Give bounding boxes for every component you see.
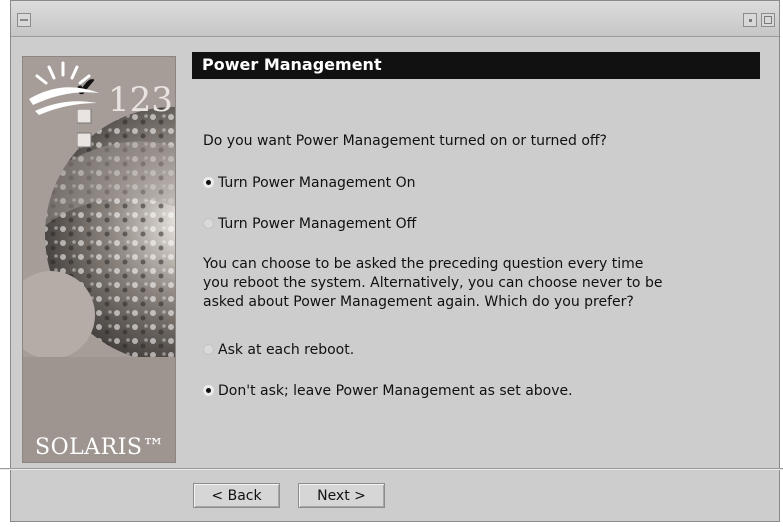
explanation-text: You can choose to be asked the preceding…: [203, 255, 743, 312]
footer-divider: [0, 468, 783, 470]
sidebar-banner: ✔ 123 SOLARIS™: [22, 56, 176, 463]
title-bar[interactable]: [11, 1, 779, 37]
next-button[interactable]: Next >: [298, 483, 385, 508]
radio-label[interactable]: Turn Power Management On: [218, 175, 415, 191]
header-bar: Power Management: [192, 52, 760, 79]
radio-unselected-icon[interactable]: [203, 344, 214, 355]
sun-logo: [29, 61, 99, 115]
question-text: Do you want Power Management turned on o…: [203, 133, 607, 149]
brand-logo: SOLARIS™: [35, 435, 165, 460]
radio-selected-icon[interactable]: [203, 385, 214, 396]
radio-label[interactable]: Don't ask; leave Power Management as set…: [218, 383, 573, 399]
back-button[interactable]: < Back: [193, 483, 280, 508]
radio-label[interactable]: Ask at each reboot.: [218, 342, 354, 358]
explanation-line: asked about Power Management again. Whic…: [203, 294, 634, 310]
maximize-button[interactable]: [761, 13, 775, 27]
explanation-line: you reboot the system. Alternatively, yo…: [203, 275, 663, 291]
radio-unselected-icon[interactable]: [203, 218, 214, 229]
page-title: Power Management: [202, 55, 382, 74]
step-checklist: [77, 109, 92, 148]
steps-number: 123: [108, 80, 173, 120]
radio-selected-icon[interactable]: [203, 177, 214, 188]
minimize-button[interactable]: [743, 13, 757, 27]
radio-label[interactable]: Turn Power Management Off: [218, 216, 416, 232]
window-menu-button[interactable]: [17, 13, 31, 27]
explanation-line: You can choose to be asked the preceding…: [203, 256, 644, 272]
